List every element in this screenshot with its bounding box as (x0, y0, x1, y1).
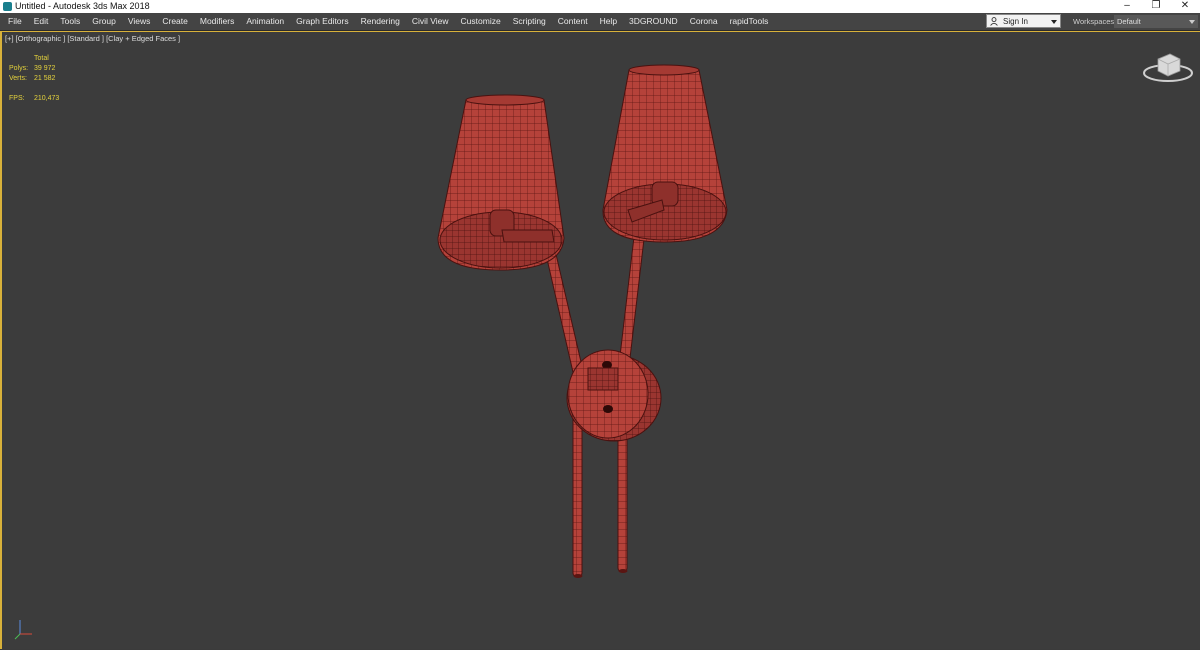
menu-group[interactable]: Group (86, 13, 122, 30)
menu-3dground[interactable]: 3DGROUND (623, 13, 684, 30)
axis-tripod-icon (14, 620, 32, 640)
app-logo-icon (3, 2, 12, 11)
menu-corona[interactable]: Corona (684, 13, 724, 30)
menu-civil-view[interactable]: Civil View (406, 13, 455, 30)
menu-items: File Edit Tools Group Views Create Modifiers An… (2, 13, 774, 30)
window-title: Untitled - Autodesk 3ds Max 2018 (15, 1, 150, 11)
menu-create[interactable]: Create (156, 13, 194, 30)
title-bar: Untitled - Autodesk 3ds Max 2018 – ❐ ✕ (0, 0, 1200, 13)
fps-label: FPS: (9, 95, 25, 102)
menu-bar: File Edit Tools Group Views Create Modifiers An… (0, 13, 1200, 31)
chevron-down-icon (1051, 20, 1057, 24)
workspaces-label: Workspaces: (1073, 17, 1117, 26)
menu-rapidtools[interactable]: rapidTools (724, 13, 775, 30)
menu-scripting[interactable]: Scripting (507, 13, 552, 30)
menu-rendering[interactable]: Rendering (355, 13, 406, 30)
left-shade-top (465, 94, 545, 106)
menu-animation[interactable]: Animation (240, 13, 290, 30)
perspective-viewport[interactable]: [+] [Orthographic ] [Standard ] [Clay + … (0, 31, 1200, 649)
minimize-button[interactable]: – (1114, 0, 1140, 13)
chevron-down-icon (1189, 20, 1195, 24)
wall-lamp-model (437, 64, 728, 578)
menu-tools[interactable]: Tools (54, 13, 86, 30)
stats-header: Total (34, 55, 49, 62)
user-icon (990, 17, 998, 26)
sign-in-label: Sign In (1003, 17, 1028, 26)
workspaces-dropdown[interactable]: Default (1114, 15, 1198, 28)
verts-value: 21 582 (34, 75, 56, 82)
close-button[interactable]: ✕ (1172, 0, 1198, 13)
viewport-label[interactable]: [+] [Orthographic ] [Standard ] [Clay + … (5, 34, 180, 43)
menu-edit[interactable]: Edit (28, 13, 55, 30)
polys-label: Polys: (9, 65, 29, 72)
menu-graph-editors[interactable]: Graph Editors (290, 13, 354, 30)
workspaces-value: Default (1117, 17, 1141, 26)
menu-modifiers[interactable]: Modifiers (194, 13, 240, 30)
mount-block (587, 367, 619, 391)
right-shade-top (628, 64, 700, 76)
menu-customize[interactable]: Customize (455, 13, 507, 30)
viewcube-icon[interactable] (1140, 49, 1196, 89)
menu-views[interactable]: Views (122, 13, 157, 30)
fps-value: 210,473 (34, 95, 60, 102)
menu-help[interactable]: Help (594, 13, 623, 30)
polys-value: 39 972 (34, 65, 56, 72)
sign-in-button[interactable]: Sign In (986, 14, 1061, 28)
screw-hole-bottom (603, 405, 613, 413)
menu-file[interactable]: File (2, 13, 28, 30)
menu-content[interactable]: Content (552, 13, 594, 30)
verts-label: Verts: (9, 75, 27, 82)
restore-button[interactable]: ❐ (1143, 0, 1169, 13)
